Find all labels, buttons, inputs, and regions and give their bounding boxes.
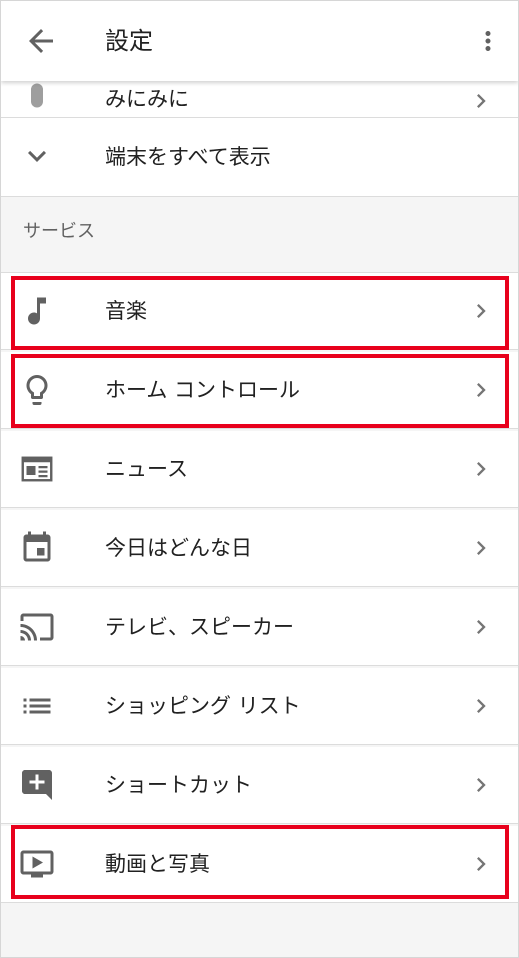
service-item-label: 音楽	[105, 299, 147, 323]
service-item-label: ショッピング リスト	[105, 694, 301, 718]
chevron-right-icon	[467, 87, 495, 115]
music-note-icon	[19, 293, 55, 329]
chevron-right-icon	[467, 850, 495, 878]
video-play-icon	[19, 846, 55, 882]
chevron-right-icon	[467, 534, 495, 562]
service-item-news[interactable]: ニュース	[1, 431, 518, 508]
newspaper-icon	[19, 451, 55, 487]
chevron-right-icon	[467, 692, 495, 720]
service-item-shopping-list[interactable]: ショッピング リスト	[1, 668, 518, 745]
calendar-icon	[19, 530, 55, 566]
service-item-tv-speakers[interactable]: テレビ、スピーカー	[1, 589, 518, 666]
service-item-videos-photos[interactable]: 動画と写真	[1, 826, 518, 903]
settings-screen: 設定 みにみに 端末をすべて表示 サービス 音楽 ホーム コントロール ニュース…	[0, 0, 519, 958]
show-all-devices-label: 端末をすべて表示	[105, 145, 271, 169]
service-item-music[interactable]: 音楽	[1, 273, 518, 350]
lightbulb-icon	[19, 372, 55, 408]
service-item-label: ショートカット	[105, 773, 252, 797]
service-item-label: 動画と写真	[105, 852, 210, 876]
service-item-label: 今日はどんな日	[105, 536, 252, 560]
arrow-back-icon[interactable]	[23, 23, 59, 59]
chevron-right-icon	[467, 613, 495, 641]
chevron-down-icon	[19, 138, 55, 174]
page-title: 設定	[105, 27, 153, 55]
chevron-right-icon	[467, 297, 495, 325]
section-title: サービス	[23, 221, 95, 242]
cast-icon	[19, 609, 55, 645]
speaker-icon	[19, 79, 55, 115]
chevron-right-icon	[467, 376, 495, 404]
more-vert-icon[interactable]	[473, 23, 503, 59]
chevron-right-icon	[467, 455, 495, 483]
show-all-devices[interactable]: 端末をすべて表示	[1, 118, 518, 197]
service-item-label: ホーム コントロール	[105, 378, 301, 402]
app-bar: 設定	[1, 1, 518, 81]
service-item-home-control[interactable]: ホーム コントロール	[1, 352, 518, 429]
chevron-right-icon	[467, 771, 495, 799]
service-item-my-day[interactable]: 今日はどんな日	[1, 510, 518, 587]
service-item-label: テレビ、スピーカー	[105, 615, 294, 639]
service-item-shortcuts[interactable]: ショートカット	[1, 747, 518, 824]
service-item-label: ニュース	[105, 457, 188, 481]
services-section-header: サービス	[1, 197, 518, 273]
list-icon	[19, 688, 55, 724]
add-comment-icon	[19, 767, 55, 803]
